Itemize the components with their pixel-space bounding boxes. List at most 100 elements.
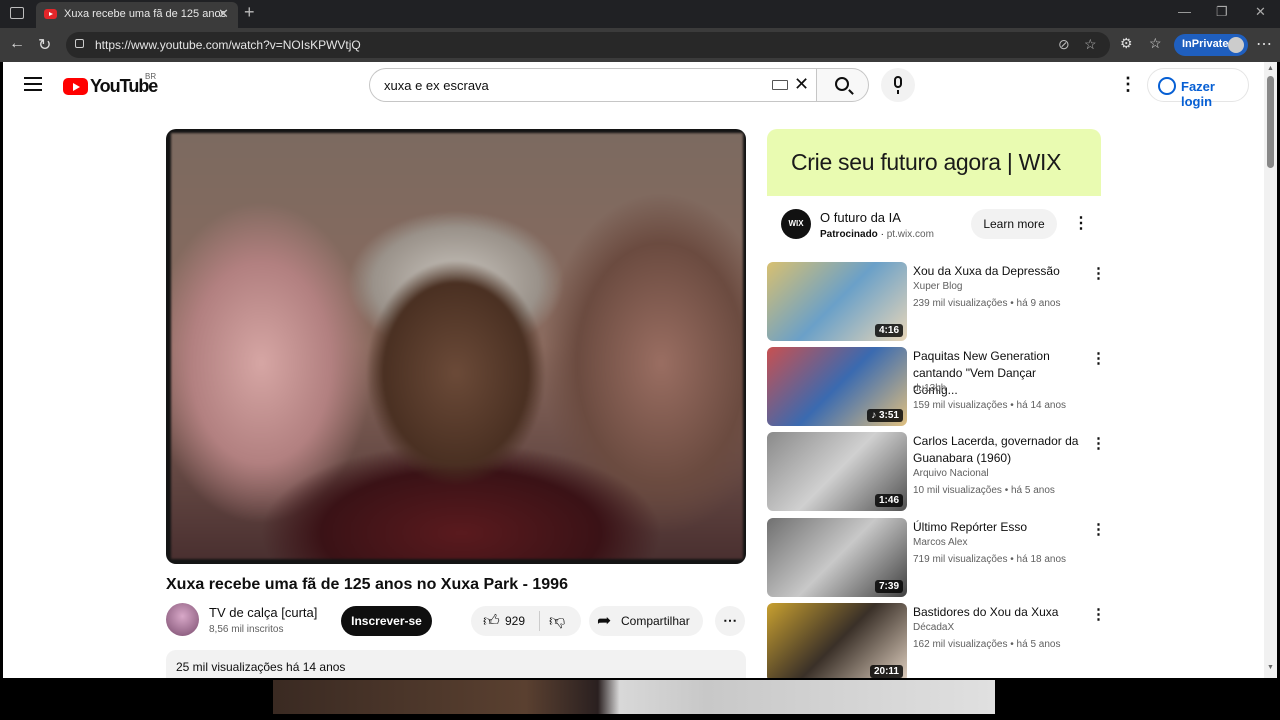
back-icon[interactable]: ← bbox=[9, 35, 25, 53]
settings-menu-icon[interactable]: ⋮ bbox=[1119, 74, 1137, 95]
like-separator bbox=[539, 611, 540, 631]
inprivate-badge[interactable]: InPrivate bbox=[1174, 34, 1248, 56]
hamburger-menu-icon[interactable] bbox=[24, 77, 42, 91]
browser-menu-icon[interactable]: ⋯ bbox=[1256, 34, 1272, 54]
channel-name[interactable]: TV de calça [curta] bbox=[209, 605, 317, 620]
inprivate-label: InPrivate bbox=[1182, 38, 1229, 50]
like-dislike-group: 👍︎ 929 👎︎ bbox=[471, 606, 581, 636]
video-title: Xuxa recebe uma fã de 125 anos no Xuxa P… bbox=[166, 576, 568, 593]
recommendation-menu-icon[interactable]: ⋮ bbox=[1091, 605, 1106, 623]
youtube-play-icon bbox=[63, 78, 88, 95]
recommendation-menu-icon[interactable]: ⋮ bbox=[1091, 520, 1106, 538]
search-button[interactable] bbox=[816, 68, 869, 102]
video-player[interactable] bbox=[166, 129, 746, 564]
ad-sponsored-line: Patrocinado · pt.wix.com bbox=[820, 229, 934, 240]
wix-logo: WIX bbox=[781, 209, 811, 239]
recommendation-meta: 719 mil visualizações • há 18 anos bbox=[913, 554, 1067, 565]
sponsored-label: Patrocinado bbox=[820, 229, 878, 240]
new-tab-icon[interactable]: + bbox=[244, 2, 255, 23]
search-query: xuxa e ex escrava bbox=[384, 78, 489, 93]
recommendation-thumbnail[interactable]: 7:39 bbox=[767, 518, 907, 597]
voice-search-button[interactable] bbox=[881, 68, 915, 102]
share-button[interactable]: ➦ Compartilhar bbox=[589, 606, 703, 636]
login-button[interactable]: Fazer login bbox=[1147, 68, 1249, 109]
scrollbar-thumb[interactable] bbox=[1267, 76, 1274, 168]
recommendation-channel[interactable]: DécadaX bbox=[913, 622, 954, 633]
search-icon bbox=[835, 77, 849, 91]
maximize-icon[interactable]: ❐ bbox=[1216, 4, 1228, 20]
sponsored-ad-card[interactable]: Crie seu futuro agora | WIX WIX O futuro… bbox=[767, 129, 1101, 256]
profile-avatar bbox=[1228, 37, 1244, 53]
recommendation-thumbnail[interactable]: ♪ 3:51 bbox=[767, 347, 907, 426]
keyboard-icon[interactable] bbox=[772, 80, 788, 90]
favorite-star-icon[interactable]: ☆ bbox=[1084, 36, 1097, 53]
learn-more-button[interactable]: Learn more bbox=[971, 209, 1057, 239]
more-actions-button[interactable]: ⋯ bbox=[715, 606, 745, 636]
recommendation-channel[interactable]: du13bh bbox=[913, 383, 946, 394]
recommendation-title[interactable]: Carlos Lacerda, governador da Guanabara … bbox=[913, 433, 1083, 467]
share-label: Compartilhar bbox=[621, 614, 690, 628]
url-text: https://www.youtube.com/watch?v=NOIsKPWV… bbox=[95, 38, 361, 52]
video-duration: 4:16 bbox=[874, 324, 903, 337]
ad-banner-text: Crie seu futuro agora | WIX bbox=[791, 149, 1062, 175]
scroll-down-arrow-icon[interactable]: ▼ bbox=[1267, 664, 1274, 671]
recommendation-thumbnail[interactable]: 4:16 bbox=[767, 262, 907, 341]
address-bar[interactable]: https://www.youtube.com/watch?v=NOIsKPWV… bbox=[66, 32, 1110, 58]
video-frame bbox=[171, 133, 743, 559]
browser-tab[interactable]: Xuxa recebe uma fã de 125 anos ✕ bbox=[36, 2, 238, 28]
ad-banner[interactable]: Crie seu futuro agora | WIX bbox=[767, 129, 1101, 196]
close-window-icon[interactable]: ✕ bbox=[1255, 4, 1266, 20]
description-box[interactable]: 25 mil visualizações há 14 anos bbox=[166, 650, 746, 678]
subscriber-count: 8,56 mil inscritos bbox=[209, 624, 284, 635]
recommendation-item[interactable]: 20:11 Bastidores do Xou da Xuxa DécadaX 162… bbox=[767, 603, 1106, 678]
favorites-icon[interactable]: ☆ bbox=[1149, 35, 1162, 52]
tab-title: Xuxa recebe uma fã de 125 anos bbox=[64, 8, 227, 20]
close-tab-icon[interactable]: ✕ bbox=[218, 6, 229, 22]
channel-avatar[interactable] bbox=[166, 603, 199, 636]
recommendation-title[interactable]: Xou da Xuxa da Depressão bbox=[913, 263, 1083, 280]
refresh-icon[interactable]: ↻ bbox=[38, 35, 51, 55]
recommendation-channel[interactable]: Xuper Blog bbox=[913, 281, 962, 292]
recommendation-item[interactable]: ♪ 3:51 Paquitas New Generation cantando "… bbox=[767, 347, 1106, 427]
subscribe-button[interactable]: Inscrever-se bbox=[341, 606, 432, 636]
video-duration: 7:39 bbox=[874, 580, 903, 593]
recommendation-meta: 162 mil visualizações • há 5 anos bbox=[913, 639, 1061, 650]
recommendation-menu-icon[interactable]: ⋮ bbox=[1091, 434, 1106, 452]
scroll-up-arrow-icon[interactable]: ▲ bbox=[1267, 65, 1274, 72]
recommendation-thumbnail[interactable]: 1:46 bbox=[767, 432, 907, 511]
search-input[interactable]: xuxa e ex escrava ✕ bbox=[369, 68, 817, 102]
extensions-icon[interactable]: ⚙ bbox=[1120, 35, 1133, 52]
lock-icon bbox=[75, 39, 84, 48]
ad-menu-icon[interactable]: ⋮ bbox=[1073, 213, 1089, 233]
login-label: Fazer login bbox=[1181, 79, 1215, 109]
thumbs-up-icon[interactable]: 👍︎ bbox=[483, 612, 500, 631]
recommendation-item[interactable]: 1:46 Carlos Lacerda, governador da Guanab… bbox=[767, 432, 1106, 512]
recommendation-item[interactable]: 4:16 Xou da Xuxa da Depressão Xuper Blog 23… bbox=[767, 262, 1106, 342]
tracking-prevention-icon[interactable]: ⊘ bbox=[1058, 36, 1070, 53]
thumbs-down-icon[interactable]: 👎︎ bbox=[549, 612, 565, 631]
country-code: BR bbox=[145, 72, 157, 81]
tab-actions-icon[interactable] bbox=[10, 7, 24, 19]
minimize-icon[interactable]: — bbox=[1178, 4, 1191, 19]
recommendation-channel[interactable]: Arquivo Nacional bbox=[913, 468, 989, 479]
recommendation-title[interactable]: Bastidores do Xou da Xuxa bbox=[913, 604, 1083, 621]
browser-tab-bar: Xuxa recebe uma fã de 125 anos ✕ + — ❐ ✕ bbox=[0, 0, 1280, 28]
recommendation-thumbnail[interactable]: 20:11 bbox=[767, 603, 907, 678]
video-duration: 1:46 bbox=[874, 494, 903, 507]
overlay-strip bbox=[273, 680, 995, 714]
recommendation-menu-icon[interactable]: ⋮ bbox=[1091, 349, 1106, 367]
video-duration: 20:11 bbox=[869, 665, 903, 678]
page-scrollbar[interactable]: ▲ ▼ bbox=[1264, 62, 1277, 678]
account-icon bbox=[1158, 77, 1176, 95]
microphone-icon bbox=[894, 76, 902, 94]
clear-search-icon[interactable]: ✕ bbox=[794, 74, 809, 95]
recommendation-item[interactable]: 7:39 Último Repórter Esso Marcos Alex 719 m… bbox=[767, 518, 1106, 598]
share-arrow-icon: ➦ bbox=[597, 611, 612, 630]
recommendation-channel[interactable]: Marcos Alex bbox=[913, 537, 967, 548]
ad-title[interactable]: O futuro da IA bbox=[820, 210, 901, 225]
like-count[interactable]: 929 bbox=[505, 614, 525, 628]
views-and-date: 25 mil visualizações há 14 anos bbox=[176, 660, 346, 674]
recommendation-menu-icon[interactable]: ⋮ bbox=[1091, 264, 1106, 282]
recommendation-title[interactable]: Último Repórter Esso bbox=[913, 519, 1083, 536]
recommendation-meta: 10 mil visualizações • há 5 anos bbox=[913, 485, 1055, 496]
